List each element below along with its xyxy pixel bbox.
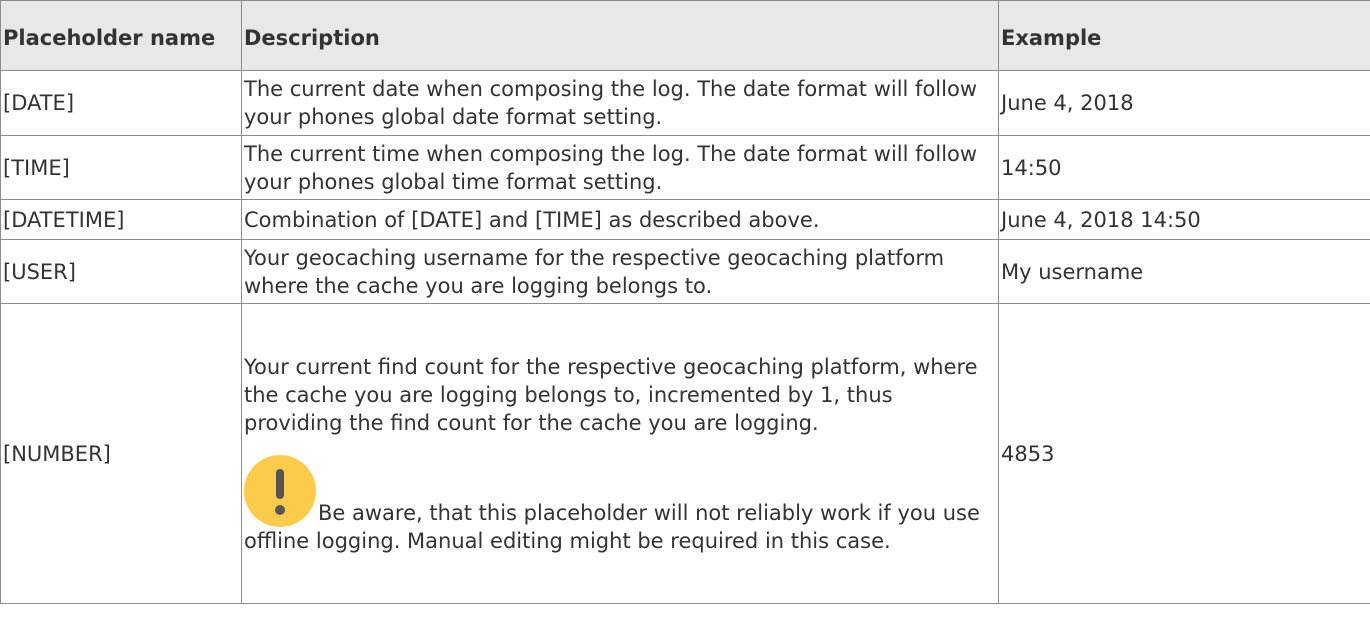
description-text: Your current find count for the respecti… — [244, 354, 978, 435]
header-example: Example — [998, 0, 1370, 71]
example-cell: My username — [998, 239, 1370, 304]
placeholder-cell: [NUMBER] — [0, 303, 242, 604]
description-cell: Combination of [DATE] and [TIME] as desc… — [241, 199, 999, 240]
table-row: [DATE] The current date when composing t… — [0, 70, 1370, 136]
description-cell: Your current find count for the respecti… — [241, 303, 999, 604]
placeholder-cell: [TIME] — [0, 135, 242, 200]
placeholder-cell: [DATE] — [0, 70, 242, 136]
table-row: [DATETIME] Combination of [DATE] and [TI… — [0, 199, 1370, 240]
description-cell: The current date when composing the log.… — [241, 70, 999, 136]
placeholder-cell: [USER] — [0, 239, 242, 304]
example-cell: June 4, 2018 14:50 — [998, 199, 1370, 240]
table-header-row: Placeholder name Description Example — [0, 0, 1370, 71]
description-cell: The current time when composing the log.… — [241, 135, 999, 200]
example-cell: 4853 — [998, 303, 1370, 604]
table-row: [USER] Your geocaching username for the … — [0, 239, 1370, 304]
placeholder-cell: [DATETIME] — [0, 199, 242, 240]
warning-note-text: Be aware, that this placeholder will not… — [244, 500, 980, 553]
example-cell: June 4, 2018 — [998, 70, 1370, 136]
description-cell: Your geocaching username for the respect… — [241, 239, 999, 304]
placeholder-table: Placeholder name Description Example [DA… — [0, 0, 1370, 604]
exclamation-warning-icon — [244, 454, 316, 527]
table-row: [NUMBER] Your current find count for the… — [0, 303, 1370, 604]
table-row: [TIME] The current time when composing t… — [0, 135, 1370, 200]
example-cell: 14:50 — [998, 135, 1370, 200]
header-description: Description — [241, 0, 999, 71]
header-placeholder-name: Placeholder name — [0, 0, 242, 71]
warning-note: Be aware, that this placeholder will not… — [244, 454, 997, 555]
